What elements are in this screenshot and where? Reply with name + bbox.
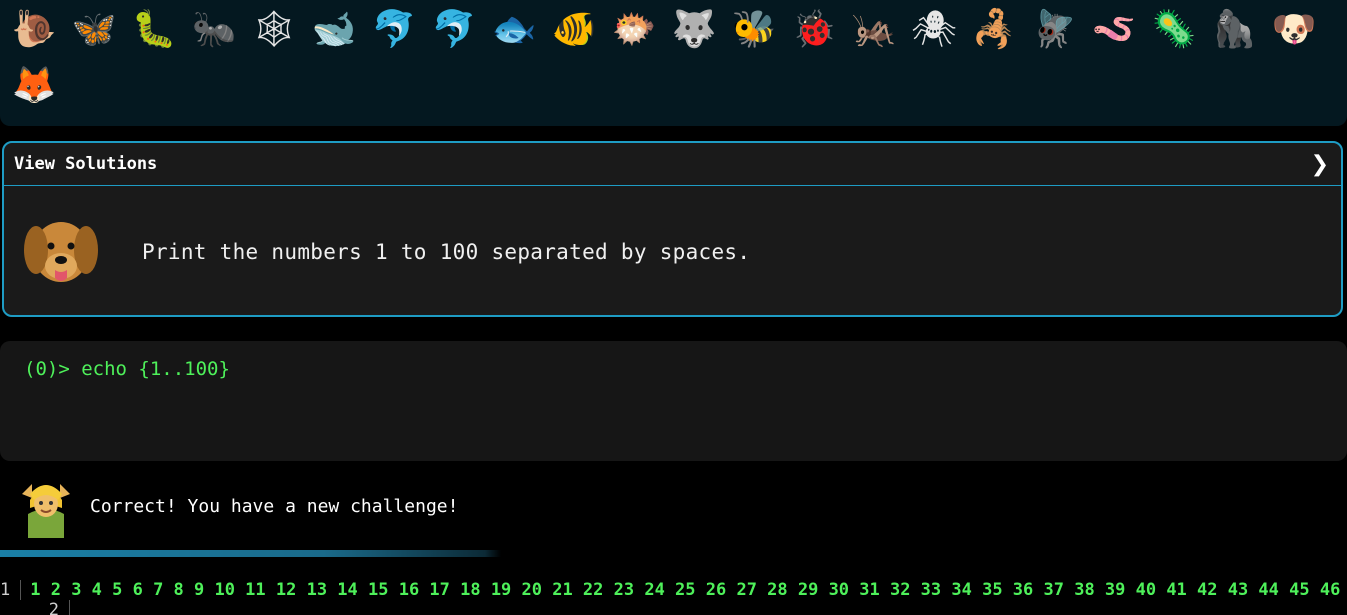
butterfly-icon[interactable]: 🦋 xyxy=(64,2,124,58)
chevron-right-icon[interactable]: ❯ xyxy=(1311,152,1329,177)
fox-icon[interactable]: 🦊 xyxy=(4,58,64,114)
elf-avatar-icon xyxy=(22,484,70,538)
dog-avatar-icon xyxy=(24,221,98,282)
fish-icon[interactable]: 🐟 xyxy=(484,2,544,58)
progress-bar xyxy=(0,550,1347,557)
blowfish-icon[interactable]: 🐡 xyxy=(604,2,664,58)
bee-icon[interactable]: 🐝 xyxy=(724,2,784,58)
view-solutions-header[interactable]: View Solutions ❯ xyxy=(4,143,1341,186)
progress-bar-fill xyxy=(0,550,809,557)
ant-icon[interactable]: 🐜 xyxy=(184,2,244,58)
cricket-icon[interactable]: 🦗 xyxy=(844,2,904,58)
feedback-message: Correct! You have a new challenge! xyxy=(90,495,459,517)
dolphin-blue-icon[interactable]: 🐬 xyxy=(364,2,424,58)
whale-icon[interactable]: 🐋 xyxy=(304,2,364,58)
view-solutions-title[interactable]: View Solutions xyxy=(14,154,157,174)
tropical-fish-icon[interactable]: 🐠 xyxy=(544,2,604,58)
solutions-card: View Solutions ❯ Print the numbers 1 to … xyxy=(2,141,1343,317)
line-content: 1 2 3 4 5 6 7 8 9 10 11 12 13 14 15 16 1… xyxy=(30,580,1341,600)
ladybug-icon[interactable]: 🐞 xyxy=(784,2,844,58)
dog-icon[interactable]: 🐶 xyxy=(1264,2,1324,58)
snail-icon[interactable]: 🐌 xyxy=(4,2,64,58)
worm-icon[interactable]: 🪱 xyxy=(1084,2,1144,58)
wolf-icon[interactable]: 🐺 xyxy=(664,2,724,58)
terminal-input[interactable]: (0)> echo {1..100} xyxy=(0,341,1347,461)
challenge-task-text: Print the numbers 1 to 100 separated by … xyxy=(142,239,751,264)
feedback-row: Correct! You have a new challenge! xyxy=(18,474,458,538)
terminal-command-line[interactable]: (0)> echo {1..100} xyxy=(24,358,1323,380)
fly-icon[interactable]: 🪰 xyxy=(1024,2,1084,58)
microbe-icon[interactable]: 🦠 xyxy=(1144,2,1204,58)
scorpion-icon[interactable]: 🦂 xyxy=(964,2,1024,58)
output-line: 1 1 2 3 4 5 6 7 8 9 10 11 12 13 14 15 16 … xyxy=(0,580,1347,600)
dolphin-grey-icon[interactable]: 🐬 xyxy=(424,2,484,58)
terminal-command[interactable]: echo {1..100} xyxy=(81,358,230,380)
animal-grid: 🐌 🦋 🐛 🐜 🕸 🐋 🐬 🐬 🐟 🐠 🐡 🐺 🐝 🐞 🦗 🕷 🦂 🪰 🪱 🦠 🦍 🐶 🦊 xyxy=(4,2,1344,114)
challenge-body: Print the numbers 1 to 100 separated by … xyxy=(4,186,1341,315)
caterpillar-icon[interactable]: 🐛 xyxy=(124,2,184,58)
terminal-prompt: (0)> xyxy=(24,358,82,380)
spider-web-icon[interactable]: 🕸 xyxy=(244,2,304,58)
output-panel: 1 1 2 3 4 5 6 7 8 9 10 11 12 13 14 15 16 … xyxy=(0,580,1347,615)
line-number: 2 xyxy=(0,600,70,615)
line-number: 1 xyxy=(0,580,22,600)
animal-selector-strip: 🐌 🦋 🐛 🐜 🕸 🐋 🐬 🐬 🐟 🐠 🐡 🐺 🐝 🐞 🦗 🕷 🦂 🪰 🪱 🦠 🦍 🐶 🦊 xyxy=(0,0,1347,126)
gorilla-icon[interactable]: 🦍 xyxy=(1204,2,1264,58)
output-line: 2 xyxy=(0,600,1347,615)
spider-icon[interactable]: 🕷 xyxy=(904,2,964,58)
